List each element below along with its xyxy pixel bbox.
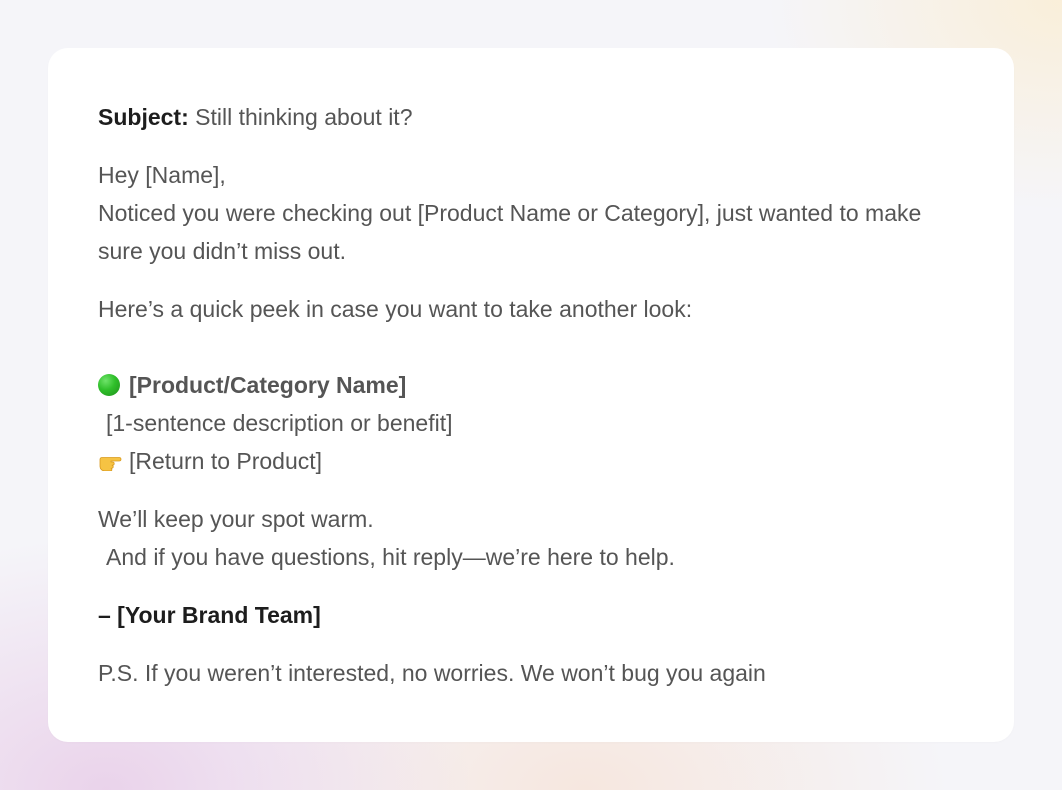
green-circle-icon xyxy=(98,374,120,396)
email-greeting-block: Hey [Name], Noticed you were checking ou… xyxy=(98,156,964,270)
return-to-product-link[interactable]: [Return to Product] xyxy=(129,448,322,474)
peek-line: Here’s a quick peek in case you want to … xyxy=(98,296,693,322)
product-name: [Product/Category Name] xyxy=(129,372,407,398)
product-description: [1-sentence description or benefit] xyxy=(106,410,453,436)
email-subject-line: Subject: Still thinking about it? xyxy=(98,98,964,136)
greeting-line: Hey [Name], xyxy=(98,162,226,188)
closing-block: We’ll keep your spot warm. And if you ha… xyxy=(98,500,964,576)
pointing-hand-icon xyxy=(98,444,122,472)
subject-text: Still thinking about it? xyxy=(188,104,413,130)
closing-line-1: We’ll keep your spot warm. xyxy=(98,506,374,532)
product-block: [Product/Category Name] [1-sentence desc… xyxy=(98,366,964,480)
intro-paragraph: Noticed you were checking out [Product N… xyxy=(98,200,922,264)
postscript: P.S. If you weren’t interested, no worri… xyxy=(98,660,766,686)
email-template-card: Subject: Still thinking about it? Hey [N… xyxy=(48,48,1014,742)
subject-label: Subject: xyxy=(98,104,189,130)
closing-line-2: And if you have questions, hit reply—we’… xyxy=(106,544,675,570)
product-name-line: [Product/Category Name] xyxy=(98,366,964,404)
signature: – [Your Brand Team] xyxy=(98,602,321,628)
return-link-line[interactable]: [Return to Product] xyxy=(98,442,964,480)
